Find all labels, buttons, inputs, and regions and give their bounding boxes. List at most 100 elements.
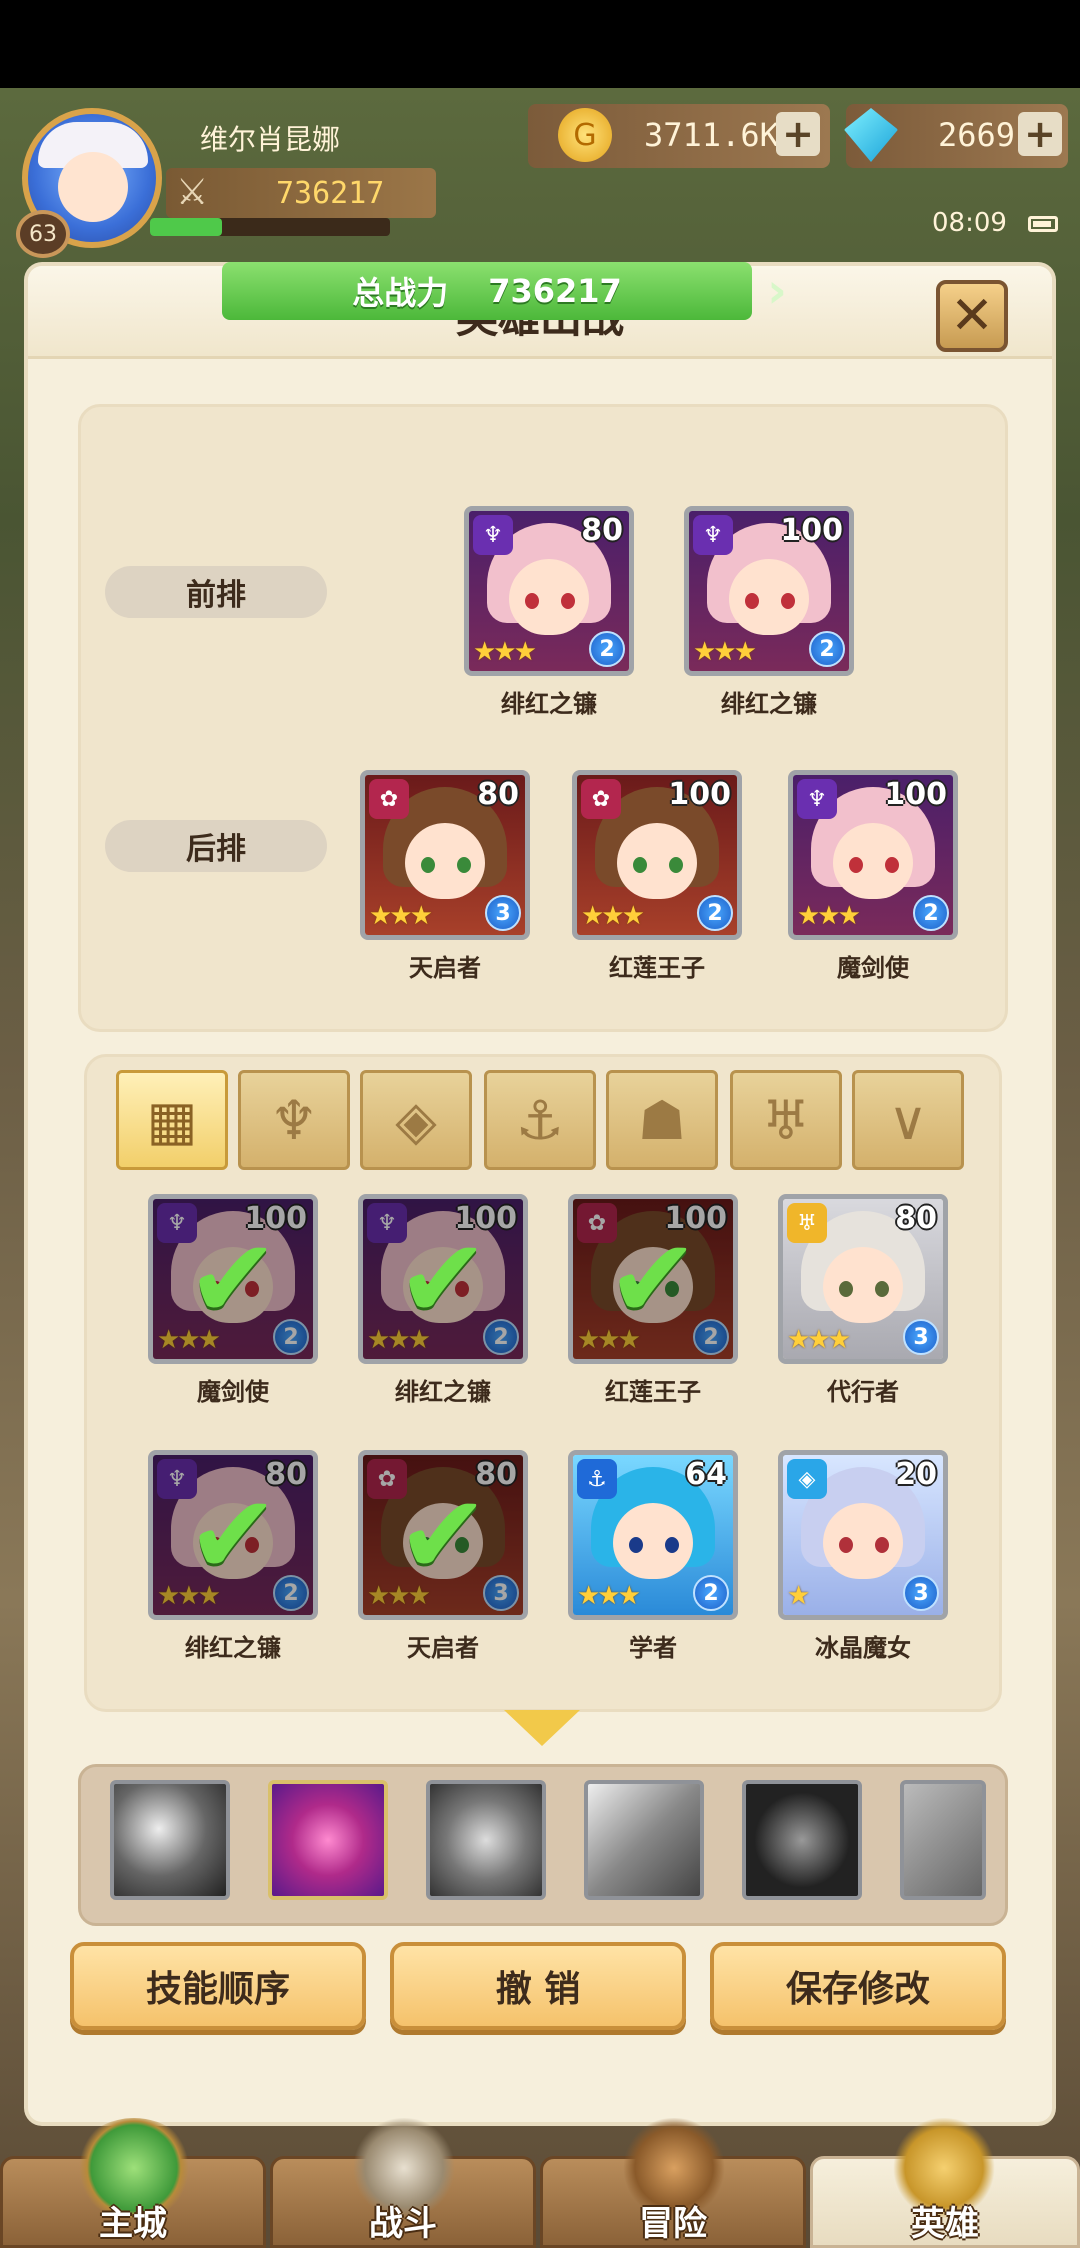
hero-face: [729, 559, 809, 635]
hero-grade-badge: 3: [485, 895, 521, 931]
battery-icon: [1028, 216, 1058, 232]
nav-label-adventure: 冒险: [639, 2204, 707, 2244]
hero-name: 天启者: [409, 954, 481, 982]
hero-face: [613, 1503, 693, 1579]
hero-name: 红莲王子: [609, 954, 705, 982]
gold-value: 3711.6K: [644, 116, 779, 154]
hero-face: [509, 559, 589, 635]
hero-level: 100: [668, 777, 731, 812]
faction-icon: ◈: [787, 1459, 827, 1499]
hero-level: 80: [895, 1201, 937, 1236]
hero-level: 20: [895, 1457, 937, 1492]
player-power-value: 736217: [276, 176, 385, 211]
horns-icon[interactable]: ♅: [730, 1070, 842, 1170]
hero-face: [833, 823, 913, 899]
hero-stars: ★★★: [577, 1581, 641, 1611]
total-power-value: 736217: [488, 272, 622, 310]
skill-slot-5[interactable]: [742, 1780, 862, 1900]
save-changes-button[interactable]: 保存修改: [710, 1942, 1006, 2030]
add-gems-button[interactable]: +: [1018, 112, 1062, 156]
leaf-icon[interactable]: ♆: [238, 1070, 350, 1170]
skill-slot-3[interactable]: [426, 1780, 546, 1900]
hero-eye: [665, 1537, 679, 1553]
skill-slot-6[interactable]: [900, 1780, 986, 1900]
hero-name: 红莲王子: [605, 1378, 701, 1406]
hero-card[interactable]: ♆ 80 ★★★ 2: [464, 506, 634, 676]
hero-eye: [875, 1281, 889, 1297]
nav-label-heroes: 英雄: [911, 2204, 979, 2244]
hero-card[interactable]: ✿ 80 ★★★ 3 ✔: [358, 1450, 528, 1620]
skill-slot-1[interactable]: [110, 1780, 230, 1900]
anchor-icon[interactable]: ⚓: [484, 1070, 596, 1170]
skill-slot-2[interactable]: [268, 1780, 388, 1900]
hero-card[interactable]: ⚓ 64 ★★★ 2: [568, 1450, 738, 1620]
hero-card[interactable]: ✿ 100 ★★★ 2: [572, 770, 742, 940]
add-gold-button[interactable]: +: [776, 112, 820, 156]
wings-icon[interactable]: ∨: [852, 1070, 964, 1170]
gem-resource: 2669 +: [844, 104, 1068, 168]
hero-name: 魔剑使: [197, 1378, 269, 1406]
avatar-face: [58, 152, 128, 222]
hero-eye: [885, 857, 899, 873]
hero-eye: [629, 1537, 643, 1553]
gold-coin-icon: G: [558, 108, 612, 162]
selected-check-icon: ✔: [363, 1455, 523, 1615]
player-name: 维尔肖昆娜: [200, 123, 341, 156]
hero-stars: ★★★: [797, 901, 861, 931]
hero-eye: [745, 593, 759, 609]
crossed-swords-icon: ⚔: [176, 172, 209, 213]
expand-arrow-icon[interactable]: [504, 1710, 580, 1746]
hero-eye: [457, 857, 471, 873]
status-bar: [0, 0, 1080, 88]
hero-card[interactable]: ♆ 100 ★★★ 2: [788, 770, 958, 940]
selected-check-icon: ✔: [153, 1199, 313, 1359]
hero-grade-badge: 3: [903, 1575, 939, 1611]
hero-eye: [561, 593, 575, 609]
hero-name: 天启者: [407, 1634, 479, 1662]
hero-grade-badge: 2: [693, 1575, 729, 1611]
hero-card[interactable]: ♆ 100 ★★★ 2: [684, 506, 854, 676]
hero-eye: [421, 857, 435, 873]
hero-name: 学者: [629, 1634, 677, 1662]
undo-button[interactable]: 撤 销: [390, 1942, 686, 2030]
faction-icon: ✿: [581, 779, 621, 819]
close-button[interactable]: ✕: [936, 280, 1008, 352]
hero-name: 绯红之镰: [501, 690, 597, 718]
faction-icon: ♆: [693, 515, 733, 555]
skill-slot-4[interactable]: [584, 1780, 704, 1900]
faction-icon: ⚓: [577, 1459, 617, 1499]
hero-stars: ★★★: [693, 637, 757, 667]
player-power-box: ⚔ 736217: [166, 168, 436, 218]
hero-stars: ★★★: [581, 901, 645, 931]
faction-icon: ♆: [797, 779, 837, 819]
hero-card[interactable]: ♆ 100 ★★★ 2 ✔: [358, 1194, 528, 1364]
hero-card[interactable]: ♅ 80 ★★★ 3: [778, 1194, 948, 1364]
hero-eye: [633, 857, 647, 873]
diamond-icon[interactable]: ◈: [360, 1070, 472, 1170]
nav-label-city: 主城: [99, 2204, 167, 2244]
hero-name: 绯红之镰: [721, 690, 817, 718]
hero-name: 魔剑使: [837, 954, 909, 982]
hero-level: 100: [780, 513, 843, 548]
hero-card[interactable]: ✿ 100 ★★★ 2 ✔: [568, 1194, 738, 1364]
hero-stars: ★★★: [473, 637, 537, 667]
hero-card[interactable]: ◈ 20 ★ 3: [778, 1450, 948, 1620]
hero-grade-badge: 3: [903, 1319, 939, 1355]
faction-icon: ♆: [473, 515, 513, 555]
hero-face: [823, 1503, 903, 1579]
hero-name: 代行者: [827, 1378, 899, 1406]
hero-card[interactable]: ♆ 80 ★★★ 2 ✔: [148, 1450, 318, 1620]
hero-card[interactable]: ✿ 80 ★★★ 3: [360, 770, 530, 940]
selected-check-icon: ✔: [573, 1199, 733, 1359]
total-power-banner: 总战力 736217: [222, 262, 752, 320]
hero-stars: ★★★: [369, 901, 433, 931]
skill-order-button[interactable]: 技能顺序: [70, 1942, 366, 2030]
xp-bar-fill: [150, 218, 222, 236]
gold-resource: G 3711.6K +: [528, 104, 830, 168]
hero-stars: ★: [787, 1581, 810, 1611]
hero-face: [823, 1247, 903, 1323]
beast-icon[interactable]: ☗: [606, 1070, 718, 1170]
hero-card[interactable]: ♆ 100 ★★★ 2 ✔: [148, 1194, 318, 1364]
hero-name: 冰晶魔女: [815, 1634, 911, 1662]
grid-icon[interactable]: ▦: [116, 1070, 228, 1170]
